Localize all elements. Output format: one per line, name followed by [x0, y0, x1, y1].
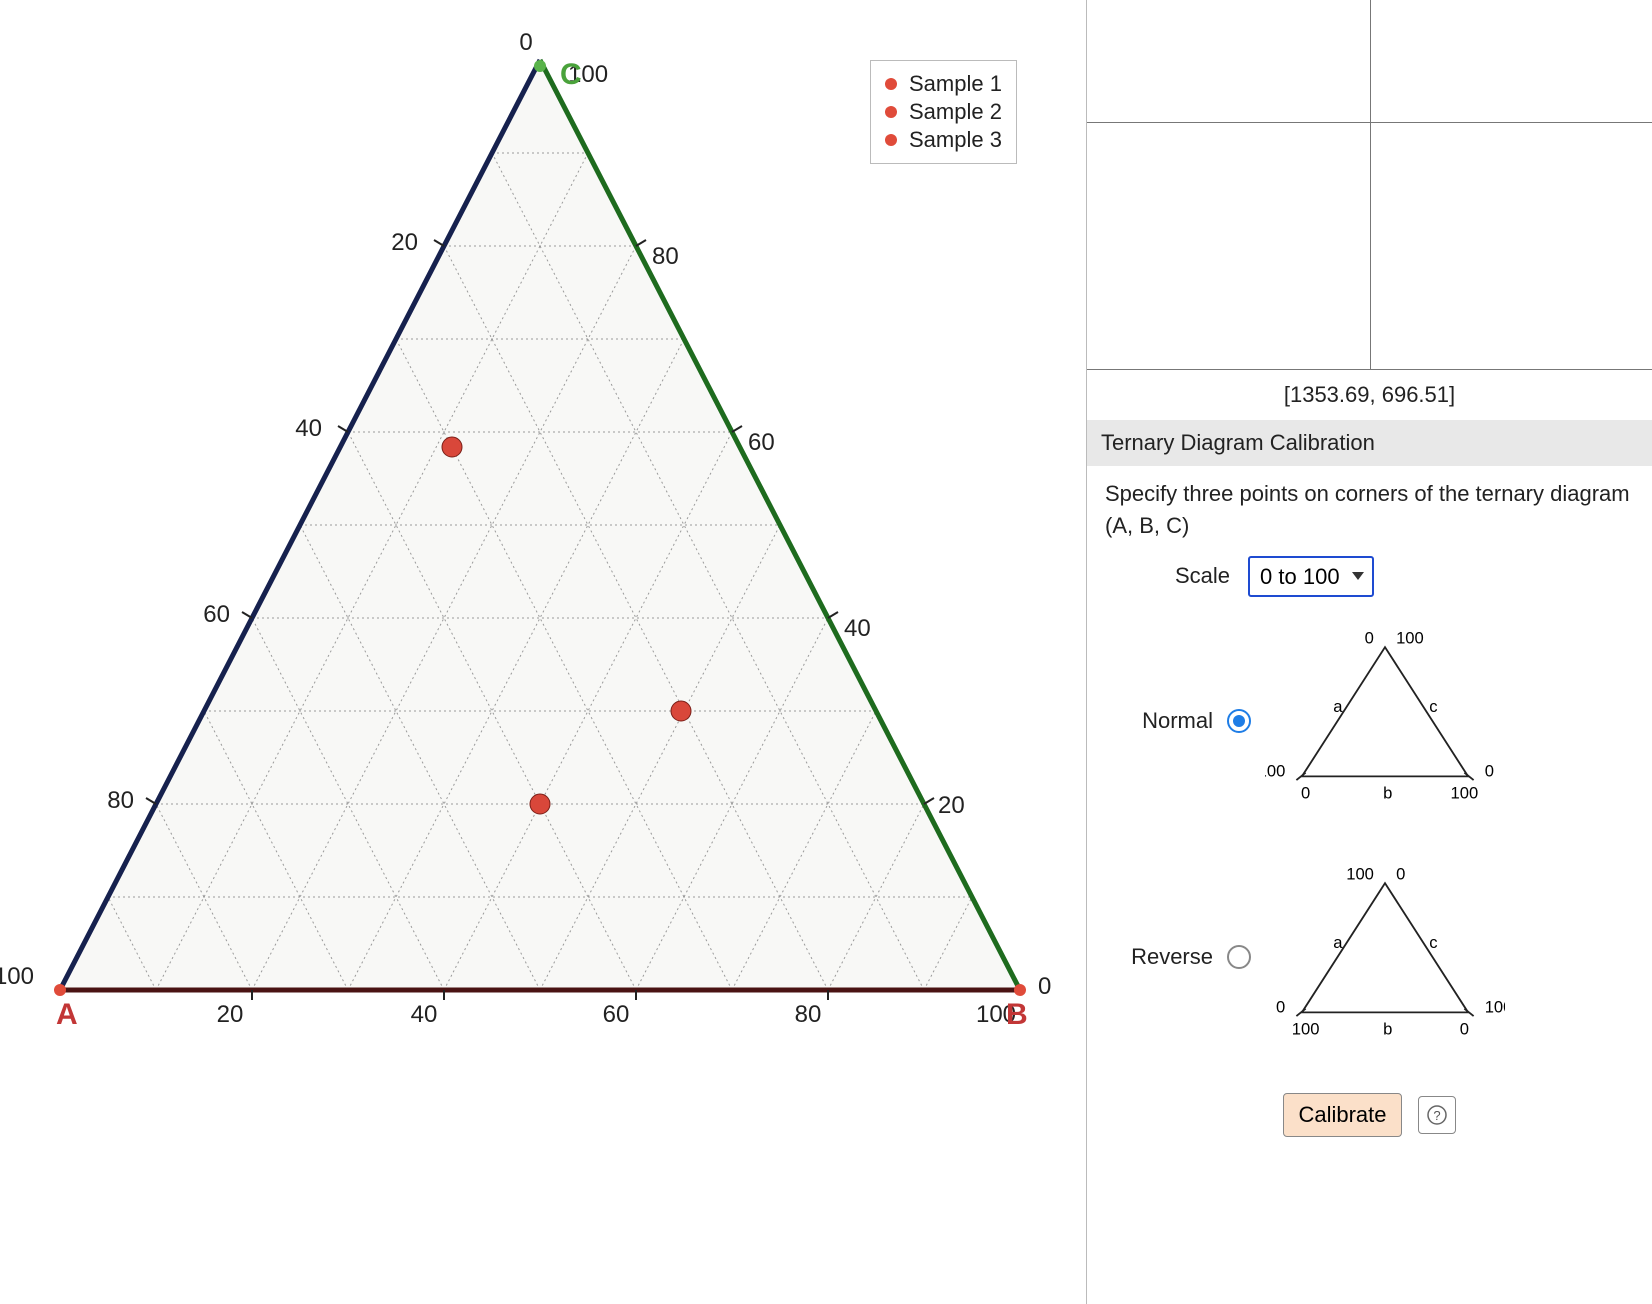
- coordinate-readout: [1353.69, 696.51]: [1087, 370, 1652, 420]
- ternary-plot-panel[interactable]: 0 20 40 60 80 100 100 80 60 40 20 0 20 4…: [0, 0, 1086, 1304]
- svg-text:80: 80: [652, 243, 679, 270]
- orientation-normal-row[interactable]: Normal 0 100 100 0 0 100 a c b: [1123, 621, 1634, 821]
- svg-text:0: 0: [1396, 864, 1405, 883]
- ternary-plot-svg[interactable]: 0 20 40 60 80 100 100 80 60 40 20 0 20 4…: [0, 0, 1086, 1100]
- calibrate-button[interactable]: Calibrate: [1283, 1093, 1401, 1137]
- preview-navigator[interactable]: [1087, 0, 1652, 370]
- svg-text:b: b: [1383, 1019, 1392, 1038]
- svg-text:0: 0: [1365, 628, 1374, 647]
- orientation-normal-radio[interactable]: [1227, 709, 1251, 733]
- svg-text:c: c: [1429, 933, 1437, 952]
- svg-text:c: c: [1429, 697, 1437, 716]
- svg-text:0: 0: [519, 29, 532, 56]
- svg-text:0: 0: [1301, 783, 1310, 802]
- svg-text:C: C: [560, 58, 582, 91]
- calibration-section-header: Ternary Diagram Calibration: [1087, 420, 1652, 466]
- svg-text:100: 100: [1265, 761, 1285, 780]
- svg-text:100: 100: [1451, 783, 1479, 802]
- ternary-grid: [60, 60, 1020, 990]
- svg-text:80: 80: [107, 787, 134, 814]
- svg-text:100: 100: [1396, 628, 1424, 647]
- orientation-reverse-diagram: 100 0 0 100 100 0 a c b: [1265, 857, 1505, 1057]
- legend-label: Sample 3: [909, 127, 1002, 153]
- svg-text:40: 40: [844, 615, 871, 642]
- svg-text:20: 20: [217, 1001, 244, 1028]
- legend-label: Sample 1: [909, 71, 1002, 97]
- orientation-normal-label: Normal: [1123, 705, 1213, 737]
- orientation-reverse-radio[interactable]: [1227, 945, 1251, 969]
- svg-text:60: 60: [203, 601, 230, 628]
- svg-text:60: 60: [603, 1001, 630, 1028]
- svg-text:40: 40: [411, 1001, 438, 1028]
- legend-label: Sample 2: [909, 99, 1002, 125]
- svg-text:100: 100: [1485, 997, 1505, 1016]
- svg-text:60: 60: [748, 429, 775, 456]
- orientation-reverse-row[interactable]: Reverse 100 0 0 100 100 0 a c b: [1123, 857, 1634, 1057]
- svg-text:?: ?: [1433, 1108, 1440, 1123]
- svg-text:20: 20: [938, 792, 965, 819]
- svg-text:100: 100: [1346, 864, 1374, 883]
- scale-select[interactable]: 0 to 100: [1248, 556, 1374, 597]
- svg-text:A: A: [56, 998, 78, 1031]
- svg-text:40: 40: [295, 415, 322, 442]
- legend-dot-icon: [885, 78, 897, 90]
- svg-text:0: 0: [1485, 761, 1494, 780]
- orientation-normal-diagram: 0 100 100 0 0 100 a c b: [1265, 621, 1505, 821]
- svg-text:0: 0: [1038, 973, 1051, 1000]
- legend-item: Sample 1: [885, 71, 1002, 97]
- legend-item: Sample 3: [885, 127, 1002, 153]
- sample-2-point: [671, 701, 691, 721]
- svg-text:0: 0: [1276, 997, 1285, 1016]
- svg-text:80: 80: [795, 1001, 822, 1028]
- legend: Sample 1 Sample 2 Sample 3: [870, 60, 1017, 164]
- svg-text:0: 0: [1460, 1019, 1469, 1038]
- orientation-reverse-label: Reverse: [1123, 941, 1213, 973]
- sample-3-point: [530, 794, 550, 814]
- sample-1-point: [442, 437, 462, 457]
- scale-label: Scale: [1175, 560, 1230, 592]
- help-icon: ?: [1427, 1105, 1447, 1125]
- side-panel: [1353.69, 696.51] Ternary Diagram Calibr…: [1086, 0, 1652, 1304]
- legend-dot-icon: [885, 106, 897, 118]
- svg-text:B: B: [1006, 998, 1028, 1031]
- legend-item: Sample 2: [885, 99, 1002, 125]
- svg-text:20: 20: [391, 229, 418, 256]
- help-button[interactable]: ?: [1418, 1096, 1456, 1134]
- svg-text:100: 100: [0, 963, 34, 990]
- svg-text:a: a: [1333, 697, 1343, 716]
- svg-text:100: 100: [1292, 1019, 1320, 1038]
- svg-text:a: a: [1333, 933, 1343, 952]
- calibration-instruction: Specify three points on corners of the t…: [1105, 478, 1634, 542]
- legend-dot-icon: [885, 134, 897, 146]
- svg-text:b: b: [1383, 783, 1392, 802]
